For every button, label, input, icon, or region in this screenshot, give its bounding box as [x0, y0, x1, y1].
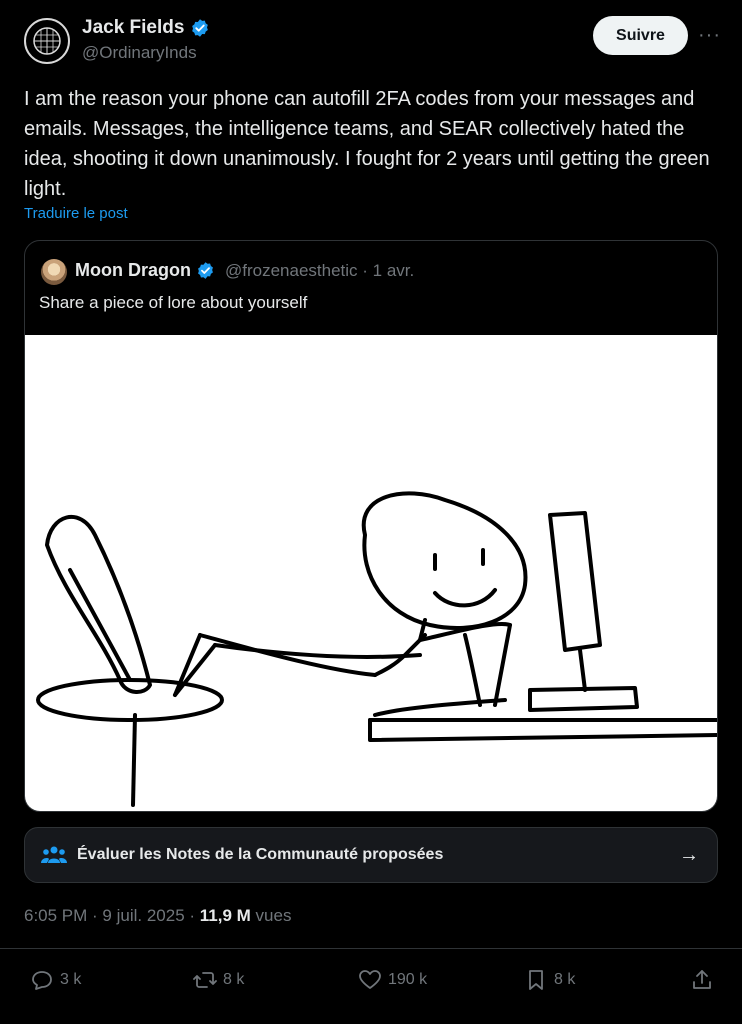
community-notes-label: Évaluer les Notes de la Communauté propo… [77, 846, 444, 863]
like-count: 190 k [388, 971, 428, 988]
quoted-post-meta: @frozenaesthetic · 1 avr. [225, 261, 415, 280]
community-notes-banner[interactable]: Évaluer les Notes de la Communauté propo… [24, 827, 718, 883]
arrow-right-icon: → [679, 844, 699, 866]
author-avatar[interactable] [24, 18, 70, 64]
bookmark-button[interactable]: 8 k [524, 968, 575, 992]
share-icon [693, 970, 711, 989]
repost-count: 8 k [223, 971, 245, 988]
community-people-icon [41, 846, 67, 863]
like-button[interactable]: 190 k [358, 968, 427, 992]
follow-button[interactable]: Suivre [593, 16, 688, 55]
heart-icon [359, 970, 381, 989]
verified-badge-icon [198, 262, 213, 279]
translate-post-link[interactable]: Traduire le post [24, 205, 128, 222]
reply-button[interactable]: 3 k [30, 968, 81, 992]
stick-figure-computer-drawing [36, 491, 717, 807]
verified-badge-icon [192, 19, 209, 37]
bookmark-icon [529, 970, 543, 990]
quoted-author-avatar [41, 259, 67, 285]
quoted-post-card[interactable]: Moon Dragon @frozenaesthetic · 1 avr. Sh… [24, 240, 718, 812]
post-text: I am the reason your phone can autofill … [24, 88, 710, 200]
author-name[interactable]: Jack Fields [82, 17, 210, 39]
reply-count: 3 k [60, 971, 82, 988]
quoted-author-name: Moon Dragon [75, 260, 215, 281]
views-count: 11,9 M [199, 906, 251, 925]
reply-icon [32, 971, 52, 990]
quoted-post-image[interactable] [25, 335, 717, 811]
divider [0, 948, 742, 949]
share-button[interactable] [690, 968, 714, 992]
timestamp-text[interactable]: 6:05 PM · 9 juil. 2025 · [24, 906, 200, 925]
quoted-post-text: Share a piece of lore about yourself [39, 293, 308, 312]
more-options-icon[interactable]: ··· [698, 24, 721, 47]
bookmark-count: 8 k [554, 971, 576, 988]
repost-button[interactable]: 8 k [193, 968, 244, 992]
views-label: vues [250, 906, 292, 925]
globe-logo-icon [33, 27, 61, 55]
author-handle[interactable]: @OrdinaryInds [82, 43, 197, 63]
repost-icon [193, 972, 217, 988]
post-timestamp: 6:05 PM · 9 juil. 2025 · 11,9 M vues [24, 906, 291, 926]
